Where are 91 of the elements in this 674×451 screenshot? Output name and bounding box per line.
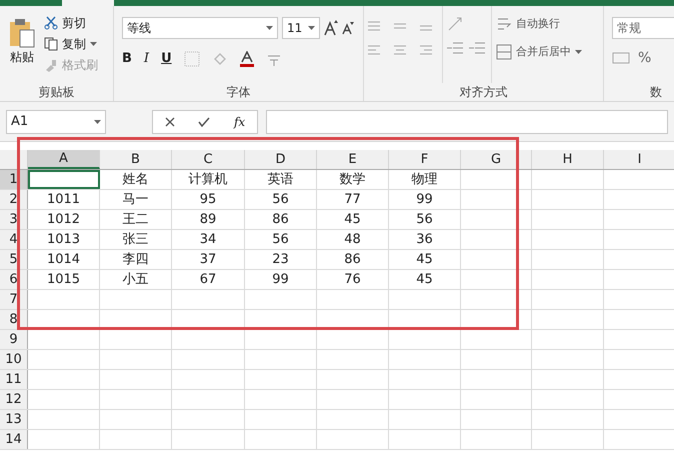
table-cell-text: 34 bbox=[200, 230, 216, 249]
cut-button[interactable]: 剪切 bbox=[44, 14, 98, 32]
clipboard-icon bbox=[8, 18, 36, 48]
close-icon[interactable] bbox=[164, 116, 175, 126]
border-icon[interactable] bbox=[184, 51, 200, 67]
table-cell-text: 36 bbox=[416, 230, 433, 249]
table-cell-text: 英语 bbox=[268, 170, 294, 189]
column-header[interactable]: F bbox=[389, 150, 461, 169]
font-name-field[interactable]: 等线 bbox=[122, 17, 278, 39]
table-cell-text: 99 bbox=[416, 190, 433, 209]
table-cell-text: 56 bbox=[272, 230, 289, 249]
column-header[interactable]: H bbox=[532, 150, 604, 169]
table-cell-text: 86 bbox=[344, 250, 361, 269]
table-cell-text: 23 bbox=[272, 250, 289, 269]
copy-button[interactable]: 复制 bbox=[44, 35, 98, 53]
bold-button[interactable]: B bbox=[122, 49, 132, 69]
table-cell-text: 76 bbox=[344, 270, 361, 289]
table-cell-text: 45 bbox=[416, 250, 433, 269]
table-cell-text: 45 bbox=[416, 270, 433, 289]
font-size-field[interactable]: 11 bbox=[282, 17, 320, 39]
italic-button[interactable]: I bbox=[144, 49, 150, 69]
wrap-icon bbox=[496, 16, 512, 32]
title-bar bbox=[0, 0, 62, 6]
merge-icon bbox=[496, 44, 512, 60]
check-icon[interactable] bbox=[198, 116, 210, 126]
table-cell-text: 56 bbox=[416, 210, 433, 229]
table-cell-text: 77 bbox=[344, 190, 361, 209]
table-cell-text: 张三 bbox=[122, 230, 148, 249]
active-cell[interactable] bbox=[28, 170, 100, 189]
table-cell-text: 小五 bbox=[122, 270, 148, 289]
column-header[interactable]: I bbox=[604, 150, 674, 169]
formula-field[interactable] bbox=[266, 110, 668, 134]
scissors-icon bbox=[44, 16, 58, 30]
table-cell-text: 45 bbox=[344, 210, 361, 229]
row-header[interactable]: 12 bbox=[0, 390, 28, 409]
function-button[interactable]: fx bbox=[234, 112, 246, 130]
caret-icon bbox=[266, 26, 273, 30]
table-cell-text: 99 bbox=[272, 270, 289, 289]
table-cell-text: 89 bbox=[200, 210, 216, 229]
table-cell-text: 李四 bbox=[122, 250, 148, 269]
percent-button[interactable]: % bbox=[638, 48, 652, 69]
row-header[interactable]: 10 bbox=[0, 350, 28, 369]
group-label: 剪贴板 bbox=[38, 84, 76, 101]
table-cell-text: 1012 bbox=[46, 210, 80, 229]
row-header[interactable]: 14 bbox=[0, 430, 28, 449]
column-header[interactable]: D bbox=[245, 150, 317, 169]
name-box[interactable]: A1 bbox=[6, 110, 106, 134]
table-cell-text: 1014 bbox=[46, 250, 80, 269]
indent-icon[interactable] bbox=[447, 40, 487, 56]
column-header[interactable]: B bbox=[100, 150, 172, 169]
column-header[interactable]: E bbox=[317, 150, 389, 169]
table-cell-text: 48 bbox=[344, 230, 361, 249]
table-cell-text: 物理 bbox=[412, 170, 438, 189]
column-header[interactable]: C bbox=[172, 150, 245, 169]
column-header[interactable]: G bbox=[461, 150, 532, 169]
font-color-icon[interactable] bbox=[240, 51, 254, 67]
column-header[interactable]: A bbox=[28, 150, 100, 169]
table-cell-text: 1015 bbox=[46, 270, 80, 289]
align-icons[interactable] bbox=[368, 20, 434, 32]
table-cell-text: 1013 bbox=[46, 230, 80, 249]
row-header[interactable]: 11 bbox=[0, 370, 28, 389]
underline-button[interactable]: U bbox=[161, 49, 172, 69]
group-label: 数 bbox=[649, 84, 663, 101]
grow-font-icon[interactable] bbox=[324, 20, 338, 36]
shrink-font-icon[interactable] bbox=[342, 21, 354, 35]
caret-icon bbox=[94, 120, 101, 124]
table-cell-text: 86 bbox=[272, 210, 289, 229]
caret-icon bbox=[90, 42, 97, 46]
table-cell-text: 数学 bbox=[340, 170, 366, 189]
row-header[interactable]: 9 bbox=[0, 330, 28, 349]
table-cell-text: 1011 bbox=[46, 190, 80, 209]
group-label: 对齐方式 bbox=[458, 84, 508, 101]
row-header[interactable]: 13 bbox=[0, 410, 28, 429]
table-cell-text: 37 bbox=[200, 250, 216, 269]
align-icons[interactable] bbox=[368, 44, 434, 56]
paste-button[interactable]: 粘贴 bbox=[0, 14, 44, 83]
group-label: 字体 bbox=[226, 84, 252, 101]
copy-icon bbox=[44, 37, 58, 51]
merge-center-button[interactable]: 合并后居中 bbox=[496, 43, 582, 61]
table-cell-text: 计算机 bbox=[188, 170, 228, 189]
caret-icon bbox=[575, 50, 582, 54]
table-cell-text: 马一 bbox=[122, 190, 148, 209]
table-cell-text: 56 bbox=[272, 190, 289, 209]
caret-icon bbox=[308, 26, 315, 30]
table-cell-text: 姓名 bbox=[122, 170, 148, 189]
wrap-text-button[interactable]: 自动换行 bbox=[496, 15, 582, 33]
brush-icon bbox=[44, 58, 58, 72]
table-cell-text: 王二 bbox=[122, 210, 148, 229]
table-cell-text: 67 bbox=[200, 270, 216, 289]
number-format-field[interactable]: 常规 bbox=[612, 17, 674, 39]
table-cell-text: 95 bbox=[200, 190, 216, 209]
